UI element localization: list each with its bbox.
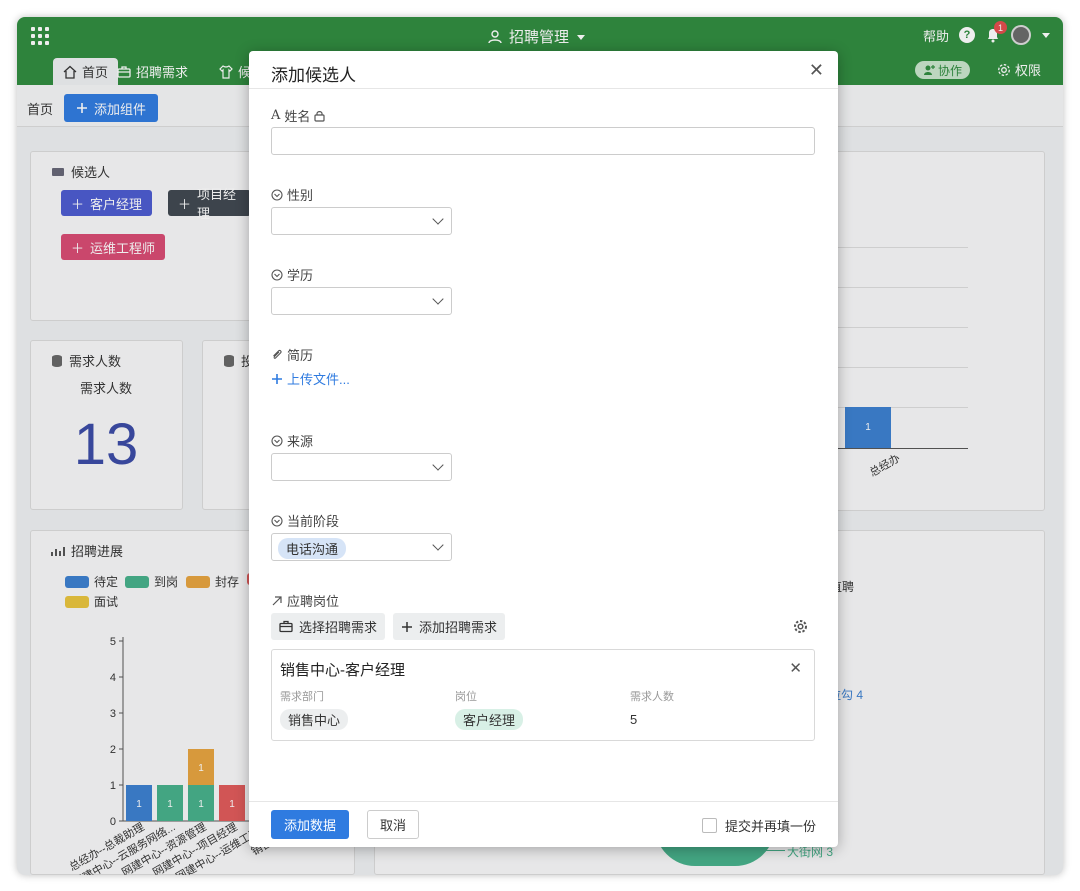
requirement-card[interactable]: 销售中心-客户经理 ✕ 需求部门 销售中心 岗位 客户经理 需求人数 5 [271,649,815,741]
add-requirement-button[interactable]: 添加招聘需求 [393,613,506,640]
name-label: 姓名 [284,109,311,124]
modal-header: 添加候选人 ✕ [249,51,838,89]
chevron-down-icon [432,459,444,471]
settings-gear-icon[interactable] [793,619,808,634]
close-icon[interactable]: ✕ [809,60,824,81]
submit-again-option[interactable]: 提交并再填一份 [701,816,816,835]
req-position-value: 客户经理 [455,709,524,730]
req-dept-label: 需求部门 [280,691,324,703]
upload-file-label: 上传文件... [287,372,350,387]
submit-again-checkbox[interactable] [701,818,717,833]
stage-field-label: 当前阶段 [271,511,339,530]
select-requirement-button[interactable]: 选择招聘需求 [271,613,386,640]
briefcase-icon [279,620,293,633]
education-label: 学历 [287,268,314,283]
remove-requirement-icon[interactable]: ✕ [789,659,802,677]
arrow-up-right-icon [272,595,282,605]
req-count-value: 5 [630,712,638,727]
submit-again-label: 提交并再填一份 [724,819,816,834]
source-field-label: 来源 [271,431,313,450]
text-type-icon: A [271,108,281,123]
dropdown-type-icon [271,188,283,201]
req-position-label: 岗位 [455,691,477,703]
upload-file-link[interactable]: 上传文件... [271,369,350,388]
position-label: 应聘岗位 [287,594,340,609]
gender-label: 性别 [287,188,314,203]
education-select[interactable] [271,287,452,315]
paperclip-icon [273,349,282,359]
plus-icon [272,373,282,384]
name-input[interactable] [271,127,815,155]
chevron-down-icon [432,213,444,225]
stage-select[interactable]: 电话沟通 [271,533,452,561]
source-select[interactable] [271,453,452,481]
select-requirement-label: 选择招聘需求 [299,620,378,635]
source-label: 来源 [287,434,314,449]
dropdown-type-icon [271,268,283,281]
resume-field-label: 简历 [271,345,313,364]
position-field-label: 应聘岗位 [271,591,339,610]
gender-field-label: 性别 [271,185,313,204]
chevron-down-icon [432,539,444,551]
plus-icon [402,621,412,632]
submit-button[interactable]: 添加数据 [271,810,350,839]
requirement-title: 销售中心-客户经理 [280,662,405,679]
education-field-label: 学历 [271,265,313,284]
req-dept-value: 销售中心 [280,709,349,730]
dropdown-type-icon [271,514,283,527]
resume-label: 简历 [287,348,314,363]
add-requirement-label: 添加招聘需求 [419,620,498,635]
dropdown-type-icon [271,434,283,447]
add-candidate-modal: 添加候选人 ✕ A 姓名 性别 学历 简历 上传文件... 来源 当前阶段 电话… [249,51,838,847]
gender-select[interactable] [271,207,452,235]
modal-title: 添加候选人 [271,66,356,85]
req-count-label: 需求人数 [630,691,674,703]
stage-label: 当前阶段 [287,514,340,529]
chevron-down-icon [432,293,444,305]
lock-icon [314,110,326,122]
modal-footer: 添加数据 取消 提交并再填一份 [249,801,838,847]
name-field-label: A 姓名 [271,106,326,125]
cancel-button[interactable]: 取消 [367,810,420,839]
stage-select-value: 电话沟通 [278,538,347,559]
